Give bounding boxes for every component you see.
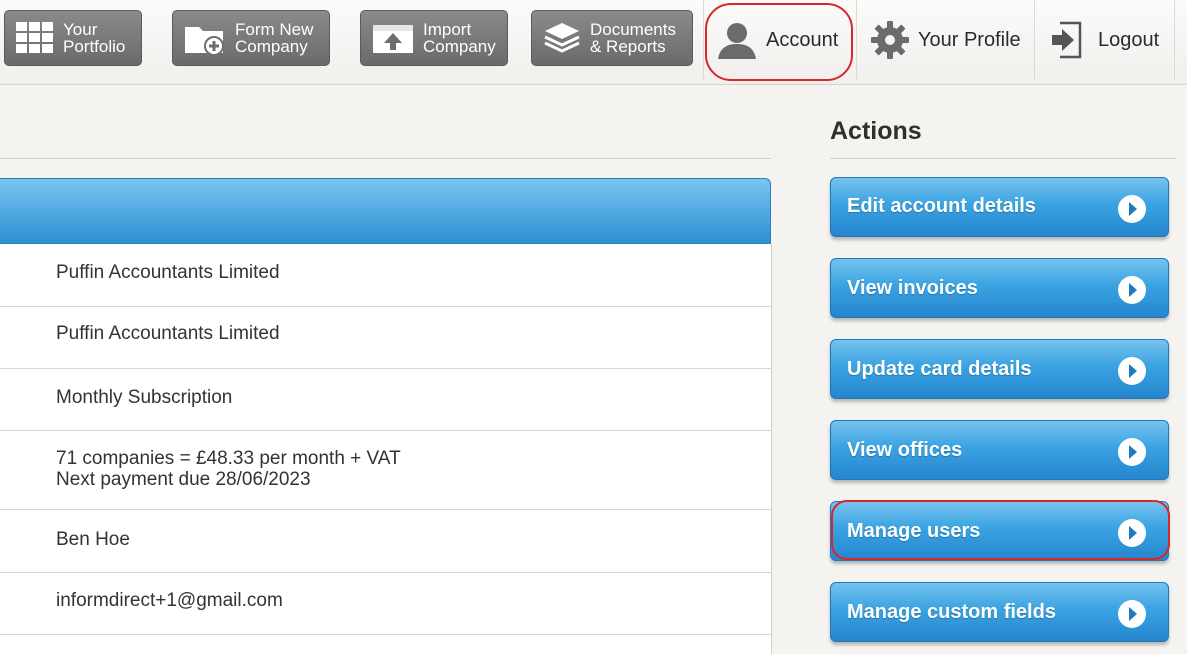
your-profile-label: Your Profile bbox=[918, 28, 1021, 51]
contact-name-value: Ben Hoe bbox=[56, 529, 130, 550]
nav-divider bbox=[703, 0, 704, 80]
documents-stack-icon bbox=[544, 23, 580, 53]
button-label: Manage custom fields bbox=[847, 601, 1056, 623]
button-label: Update card details bbox=[847, 358, 1032, 380]
nav-divider bbox=[1034, 0, 1035, 80]
update-card-details-button[interactable]: Update card details bbox=[830, 339, 1169, 399]
import-company-label: Import Company bbox=[423, 20, 496, 56]
button-label: View offices bbox=[847, 439, 963, 461]
account-name-value: Puffin Accountants Limited bbox=[56, 323, 280, 344]
gear-icon bbox=[871, 21, 909, 59]
arrow-right-icon bbox=[1118, 357, 1146, 385]
table-row: Monthly Subscription bbox=[0, 369, 771, 431]
your-profile-link[interactable]: Your Profile bbox=[870, 0, 1021, 80]
company-name-value: Puffin Accountants Limited bbox=[56, 262, 280, 283]
account-details-header bbox=[0, 178, 771, 244]
actions-heading: Actions bbox=[830, 117, 922, 145]
content-divider bbox=[0, 158, 771, 159]
logout-icon bbox=[1052, 21, 1082, 59]
actions-divider bbox=[830, 158, 1176, 159]
account-details-table: Puffin Accountants Limited Puffin Accoun… bbox=[0, 244, 772, 654]
view-invoices-button[interactable]: View invoices bbox=[830, 258, 1169, 318]
arrow-right-icon bbox=[1118, 195, 1146, 223]
nav-divider bbox=[856, 0, 857, 80]
your-portfolio-button[interactable]: Your Portfolio bbox=[4, 10, 142, 66]
documents-reports-label: Documents & Reports bbox=[590, 20, 676, 56]
logout-label: Logout bbox=[1098, 28, 1160, 51]
your-portfolio-label: Your Portfolio bbox=[63, 20, 126, 56]
table-row: informdirect+1@gmail.com bbox=[0, 573, 771, 635]
form-new-company-label: Form New Company bbox=[235, 20, 314, 56]
arrow-right-icon bbox=[1118, 276, 1146, 304]
table-row: 71 companies = £48.33 per month + VAT Ne… bbox=[0, 431, 771, 510]
edit-account-details-button[interactable]: Edit account details bbox=[830, 177, 1169, 237]
button-label: Edit account details bbox=[847, 195, 1036, 217]
view-offices-button[interactable]: View offices bbox=[830, 420, 1169, 480]
form-new-company-button[interactable]: Form New Company bbox=[172, 10, 330, 66]
account-highlight-circle bbox=[705, 3, 853, 81]
folder-add-icon bbox=[185, 27, 224, 56]
arrow-right-icon bbox=[1118, 600, 1146, 628]
arrow-right-icon bbox=[1118, 438, 1146, 466]
table-row: Puffin Accountants Limited bbox=[0, 244, 771, 307]
button-label: View invoices bbox=[847, 277, 978, 299]
next-payment-value: Next payment due 28/06/2023 bbox=[56, 469, 311, 490]
pricing-value: 71 companies = £48.33 per month + VAT bbox=[56, 448, 401, 469]
table-row: Puffin Accountants Limited bbox=[0, 307, 771, 369]
documents-reports-button[interactable]: Documents & Reports bbox=[531, 10, 693, 66]
grid-icon bbox=[16, 22, 53, 53]
subscription-type-value: Monthly Subscription bbox=[56, 387, 233, 408]
top-navigation: Your Portfolio Form New Company Import Comp… bbox=[0, 0, 1187, 85]
nav-divider bbox=[1174, 0, 1175, 80]
table-row: Ben Hoe bbox=[0, 510, 771, 573]
manage-custom-fields-button[interactable]: Manage custom fields bbox=[830, 582, 1169, 642]
manage-users-highlight-circle bbox=[831, 500, 1170, 560]
email-value: informdirect+1@gmail.com bbox=[56, 590, 283, 611]
import-company-button[interactable]: Import Company bbox=[360, 10, 508, 66]
upload-icon bbox=[373, 25, 413, 53]
logout-link[interactable]: Logout bbox=[1048, 0, 1159, 80]
